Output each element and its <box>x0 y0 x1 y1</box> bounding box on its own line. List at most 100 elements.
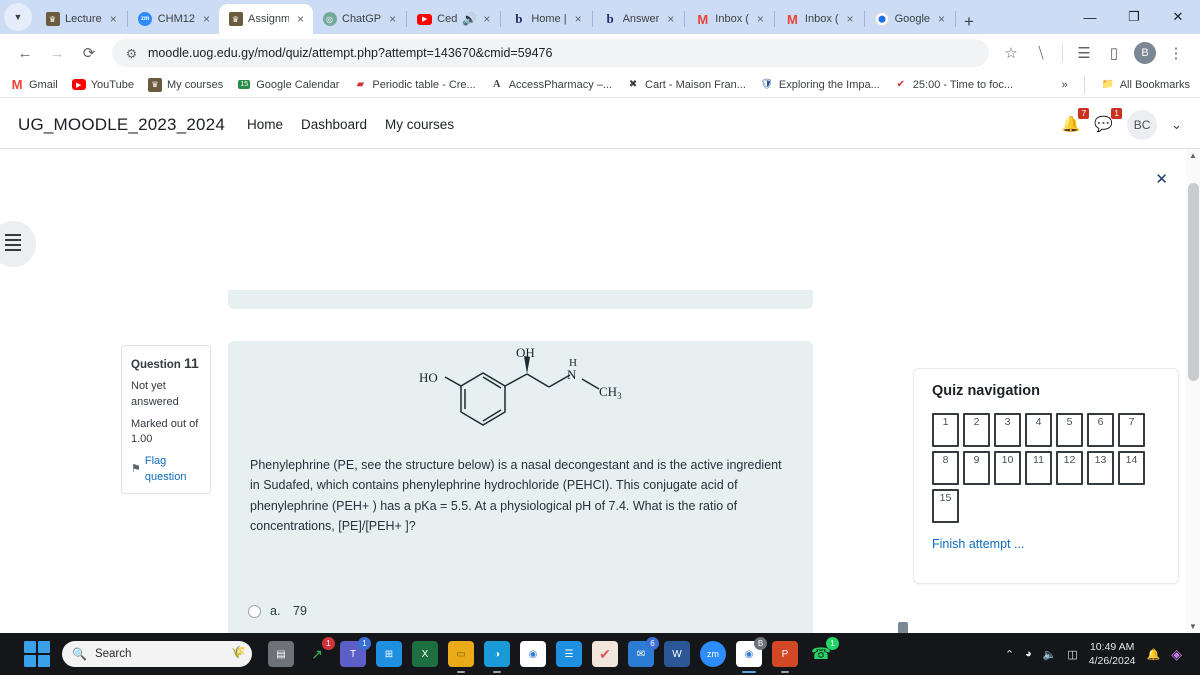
quiz-nav-item[interactable]: 11 <box>1025 451 1052 485</box>
bookmark-cart[interactable]: ✖ Cart - Maison Fran... <box>626 78 746 92</box>
inner-scrollbar-thumb[interactable] <box>898 622 908 633</box>
address-bar[interactable]: ⚙ moodle.uog.edu.gy/mod/quiz/attempt.php… <box>112 39 989 67</box>
browser-tab-google[interactable]: ⬤ Google × <box>866 4 954 34</box>
radio-a[interactable] <box>248 604 261 618</box>
bookmark-youtube[interactable]: ▶ YouTube <box>71 78 134 92</box>
extensions-icon[interactable]: ⧹ <box>1027 38 1055 68</box>
quiz-nav-item[interactable]: 5 <box>1056 413 1083 447</box>
browser-tab-answer[interactable]: b Answer × <box>594 4 684 34</box>
bookmark-exploring-impact[interactable]: 🛡 Exploring the Impa... <box>760 78 880 92</box>
checkmark-app-icon[interactable]: ✔ <box>592 641 618 667</box>
chrome-icon[interactable]: ◉ <box>520 641 546 667</box>
browser-tab-inbox-2[interactable]: M Inbox ( × <box>776 4 863 34</box>
messages-button[interactable]: 💬 1 <box>1094 108 1123 134</box>
nav-link-dashboard[interactable]: Dashboard <box>301 117 367 132</box>
quiz-nav-item[interactable]: 14 <box>1118 451 1145 485</box>
chrome-profile-icon[interactable]: ◉ B <box>736 637 767 673</box>
volume-icon[interactable]: 🔈 <box>1043 648 1057 661</box>
quiz-nav-item[interactable]: 7 <box>1118 413 1145 447</box>
battery-icon[interactable]: ◫ <box>1067 648 1077 661</box>
taskbar-clock[interactable]: 10:49 AM 4/26/2024 <box>1089 640 1136 668</box>
quiz-nav-item[interactable]: 3 <box>994 413 1021 447</box>
kebab-menu-icon[interactable]: ⋮ <box>1162 38 1190 68</box>
maximize-button[interactable]: ❐ <box>1112 0 1156 34</box>
bookmark-timer[interactable]: ✔ 25:00 - Time to foc... <box>894 78 1013 92</box>
edge-icon[interactable]: ◑ <box>484 641 510 673</box>
wifi-icon[interactable]: ◕ <box>1025 648 1032 660</box>
audio-playing-icon[interactable]: 🔊 <box>462 13 477 25</box>
forward-button[interactable]: → <box>42 38 72 68</box>
zoom-icon[interactable]: zm <box>700 641 726 667</box>
star-icon[interactable]: ☆ <box>997 38 1025 68</box>
tab-search-dropdown-icon[interactable]: ▼ <box>4 3 32 31</box>
quiz-nav-item[interactable]: 9 <box>963 451 990 485</box>
browser-tab-inbox-1[interactable]: M Inbox ( × <box>686 4 773 34</box>
bookmark-accesspharmacy[interactable]: A AccessPharmacy –... <box>490 78 612 92</box>
browser-tab-lecture[interactable]: ♛ Lecture × <box>36 4 126 34</box>
bookmark-gmail[interactable]: M Gmail <box>10 77 58 92</box>
word-icon[interactable]: W <box>664 641 690 667</box>
microsoft-store-icon[interactable]: ⊞ <box>376 641 402 667</box>
quiz-nav-item[interactable]: 10 <box>994 451 1021 485</box>
copilot-icon[interactable]: ◈ <box>1171 646 1182 663</box>
bell-icon[interactable]: 🔔 <box>1147 648 1161 661</box>
close-window-button[interactable]: ✕ <box>1156 0 1200 34</box>
answer-option-a[interactable]: a. 79 <box>248 596 366 626</box>
taskbar-search-input[interactable]: 🔍 Search 🌾 <box>62 641 252 667</box>
finish-attempt-link[interactable]: Finish attempt ... <box>932 537 1160 551</box>
split-screen-icon[interactable]: ▯ <box>1100 38 1128 68</box>
page-scrollbar[interactable]: ▲ ▼ <box>1186 149 1200 633</box>
nav-link-home[interactable]: Home <box>247 117 283 132</box>
tray-chevron-icon[interactable]: ⌃ <box>1005 648 1014 661</box>
whatsapp-icon[interactable]: ☎ 1 <box>808 637 839 667</box>
browser-tab-chatgpt[interactable]: ◎ ChatGP × <box>313 4 405 34</box>
quiz-nav-item[interactable]: 4 <box>1025 413 1052 447</box>
quiz-nav-item[interactable]: 13 <box>1087 451 1114 485</box>
excel-icon[interactable]: X <box>412 641 438 667</box>
site-brand[interactable]: UG_MOODLE_2023_2024 <box>18 115 225 135</box>
reload-button[interactable]: ⟳ <box>74 38 104 68</box>
close-icon[interactable]: × <box>754 13 767 25</box>
browser-tab-assignment[interactable]: ♛ Assignm × <box>219 4 313 34</box>
task-view-icon[interactable]: ▤ <box>268 641 294 667</box>
page-scrollbar-thumb[interactable] <box>1188 183 1199 381</box>
windows-start-icon[interactable] <box>24 641 50 667</box>
close-icon[interactable]: × <box>572 13 585 25</box>
scroll-down-icon[interactable]: ▼ <box>1187 622 1199 631</box>
quiz-nav-item[interactable]: 2 <box>963 413 990 447</box>
close-icon[interactable]: × <box>294 13 307 25</box>
file-explorer-icon[interactable]: ▭ <box>448 641 474 673</box>
browser-tab-chm12[interactable]: zm CHM12 × <box>129 4 219 34</box>
browser-tab-ced[interactable]: ▶ Ced 🔊 × <box>408 4 499 34</box>
close-icon[interactable]: × <box>480 13 493 25</box>
mail-icon[interactable]: ✉ 6 <box>628 637 659 667</box>
bookmarks-overflow-icon[interactable]: » <box>1062 79 1068 91</box>
teams-icon[interactable]: T1 <box>340 637 371 667</box>
minimize-button[interactable]: — <box>1068 0 1112 34</box>
flag-question-button[interactable]: ⚑ Flag question <box>131 454 201 486</box>
close-icon[interactable]: × <box>664 13 677 25</box>
profile-avatar[interactable]: B <box>1134 42 1156 64</box>
close-icon[interactable]: × <box>386 13 399 25</box>
scroll-up-icon[interactable]: ▲ <box>1187 151 1199 160</box>
close-icon[interactable]: × <box>935 13 948 25</box>
quiz-nav-item[interactable]: 1 <box>932 413 959 447</box>
close-block-button[interactable]: ✕ <box>1155 170 1168 188</box>
close-icon[interactable]: × <box>844 13 857 25</box>
avatar[interactable]: BC <box>1127 109 1158 140</box>
quiz-nav-item[interactable]: 8 <box>932 451 959 485</box>
new-tab-button[interactable]: + <box>964 13 974 30</box>
bookmark-periodic-table[interactable]: ▰ Periodic table - Cre... <box>353 78 476 92</box>
stocks-icon[interactable]: ↗ 1 <box>304 637 335 667</box>
all-bookmarks-button[interactable]: 📁 All Bookmarks <box>1101 78 1190 92</box>
browser-tab-home[interactable]: b Home | × <box>502 4 590 34</box>
bookmark-my-courses[interactable]: ♛ My courses <box>147 77 223 92</box>
nav-link-my-courses[interactable]: My courses <box>385 117 454 132</box>
notifications-button[interactable]: 🔔 7 <box>1062 108 1090 134</box>
bookmark-google-calendar[interactable]: 15 Google Calendar <box>237 78 339 92</box>
quiz-nav-item[interactable]: 15 <box>932 489 959 523</box>
course-drawer-toggle[interactable] <box>0 221 36 267</box>
close-icon[interactable]: × <box>107 13 120 25</box>
quiz-nav-item[interactable]: 12 <box>1056 451 1083 485</box>
back-button[interactable]: ← <box>10 38 40 68</box>
